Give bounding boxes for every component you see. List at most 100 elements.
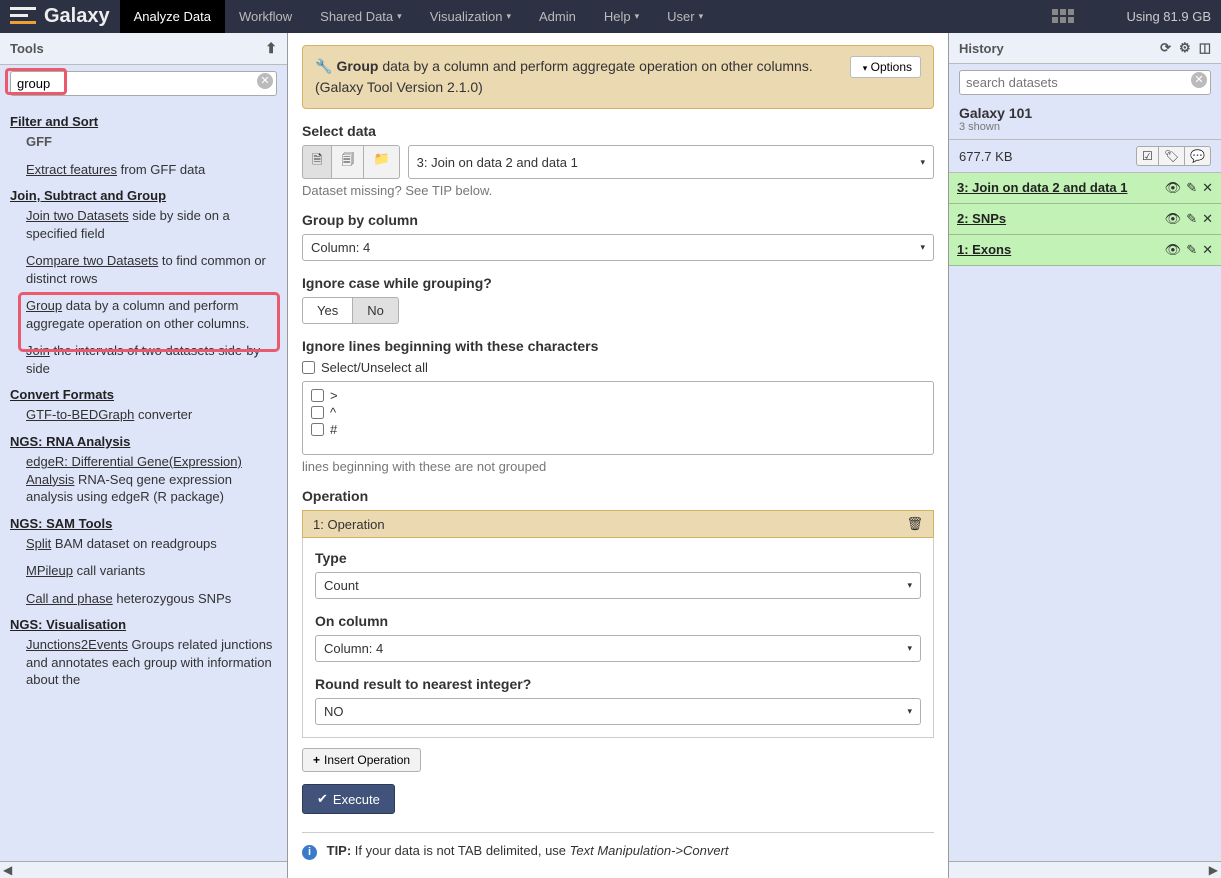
clear-search-icon[interactable]: ✕ (1191, 72, 1207, 88)
dataset-item[interactable]: 2: SNPs 👁 ✎ ✕ (949, 204, 1221, 235)
history-panel: History ⟳ ⚙ ◫ ✕ Galaxy 101 3 shown 677.7… (948, 33, 1221, 878)
brand-name: Galaxy (44, 5, 110, 28)
section-convert-formats[interactable]: Convert Formats (10, 387, 277, 402)
tool-search-input[interactable] (10, 71, 277, 96)
eye-icon[interactable]: 👁 (1165, 211, 1182, 227)
tools-title: Tools (10, 41, 44, 56)
select-dataset[interactable]: 3: Join on data 2 and data 1▾ (408, 145, 934, 179)
logo[interactable]: Galaxy (0, 5, 120, 28)
select-on-column[interactable]: Column: 4▾ (315, 635, 921, 662)
section-ngs-vis[interactable]: NGS: Visualisation (10, 617, 277, 632)
dataset-name: 3: Join on data 2 and data 1 (957, 180, 1165, 195)
trash-icon[interactable]: 🗑 (906, 516, 923, 532)
tool-header: 🔧Group data by a column and perform aggr… (302, 45, 934, 109)
data-multiple-icon[interactable]: 🗐 (332, 145, 364, 179)
history-shown: 3 shown (959, 121, 1211, 133)
history-title: History (959, 41, 1004, 56)
close-icon[interactable]: ✕ (1202, 211, 1213, 227)
history-header: History ⟳ ⚙ ◫ (949, 33, 1221, 64)
data-single-icon[interactable]: 🗎 (302, 145, 332, 179)
nav-shared[interactable]: Shared Data▾ (306, 0, 416, 33)
pencil-icon[interactable]: ✎ (1186, 242, 1197, 258)
nav-visualization[interactable]: Visualization▾ (416, 0, 525, 33)
insert-operation-button[interactable]: + Insert Operation (302, 748, 421, 772)
operation-title: 1: Operation (313, 517, 385, 532)
section-filter-sort[interactable]: Filter and Sort (10, 114, 277, 129)
nav-admin[interactable]: Admin (525, 0, 590, 33)
chevron-down-icon: ▾ (397, 11, 402, 22)
section-ngs-rna[interactable]: NGS: RNA Analysis (10, 434, 277, 449)
chevron-down-icon: ▾ (920, 242, 925, 253)
dataset-item[interactable]: 1: Exons 👁 ✎ ✕ (949, 235, 1221, 266)
eye-icon[interactable]: 👁 (1165, 242, 1182, 258)
select-type[interactable]: Count▾ (315, 572, 921, 599)
tool-edger[interactable]: edgeR: Differential Gene(Expression) Ana… (26, 453, 277, 506)
chevron-down-icon: ▾ (920, 157, 925, 168)
ignore-chars-list[interactable]: > ^ # (302, 381, 934, 455)
ignore-case-yes[interactable]: Yes (302, 297, 352, 324)
tool-compare[interactable]: Compare two Datasets to find common or d… (26, 252, 277, 287)
checkbox-char-hash[interactable] (311, 423, 324, 436)
tool-join-intervals[interactable]: Join the intervals of two datasets side-… (26, 342, 277, 377)
upload-icon[interactable]: ⬆ (265, 40, 277, 57)
check-icon[interactable]: ☑ (1136, 146, 1159, 166)
ignore-case-no[interactable]: No (352, 297, 399, 324)
label-select-data: Select data (302, 123, 934, 139)
panel-collapse-bar[interactable]: ◀ (0, 861, 287, 878)
close-icon[interactable]: ✕ (1202, 180, 1213, 196)
checkbox-char-caret[interactable] (311, 406, 324, 419)
label-ignore-case: Ignore case while grouping? (302, 275, 934, 291)
checkbox-select-all[interactable] (302, 361, 315, 374)
nav-user[interactable]: User▾ (653, 0, 717, 33)
galaxy-icon (10, 7, 36, 27)
select-group-column[interactable]: Column: 4▾ (302, 234, 934, 261)
usage-text: Using 81.9 GB (1126, 9, 1211, 24)
multi-view-icon[interactable]: ◫ (1199, 40, 1211, 56)
history-name[interactable]: Galaxy 101 (959, 105, 1211, 121)
tool-split[interactable]: Split BAM dataset on readgroups (26, 535, 277, 553)
select-round[interactable]: NO▾ (315, 698, 921, 725)
chevron-down-icon: ▾ (907, 643, 912, 654)
panel-collapse-bar[interactable]: ▶ (949, 861, 1221, 878)
pencil-icon[interactable]: ✎ (1186, 180, 1197, 196)
chevron-down-icon: ▾ (506, 11, 511, 22)
tool-panel-header: Tools ⬆ (0, 33, 287, 65)
data-collection-icon[interactable]: 📁 (364, 145, 399, 179)
close-icon[interactable]: ✕ (1202, 242, 1213, 258)
history-search-input[interactable] (959, 70, 1211, 95)
options-button[interactable]: ▾ Options (850, 56, 921, 78)
clear-search-icon[interactable]: ✕ (257, 73, 273, 89)
tool-call-phase[interactable]: Call and phase heterozygous SNPs (26, 590, 277, 608)
help-dataset-missing: Dataset missing? See TIP below. (302, 183, 934, 198)
help-ignore-lines: lines beginning with these are not group… (302, 459, 934, 474)
annotate-icon[interactable]: 💬 (1185, 146, 1211, 166)
execute-button[interactable]: ✔ Execute (302, 784, 395, 814)
tool-mpileup[interactable]: MPileup call variants (26, 562, 277, 580)
tool-join-two[interactable]: Join two Datasets side by side on a spec… (26, 207, 277, 242)
tool-junctions2events[interactable]: Junctions2Events Groups related junction… (26, 636, 277, 689)
nav-analyze[interactable]: Analyze Data (120, 0, 225, 33)
nav-help[interactable]: Help▾ (590, 0, 653, 33)
label-round: Round result to nearest integer? (315, 676, 921, 692)
refresh-icon[interactable]: ⟳ (1160, 40, 1171, 56)
gear-icon[interactable]: ⚙ (1179, 40, 1191, 56)
label-type: Type (315, 550, 921, 566)
nav-workflow[interactable]: Workflow (225, 0, 306, 33)
tool-group[interactable]: Group data by a column and perform aggre… (26, 297, 277, 332)
scratchbook-icon[interactable] (1052, 9, 1076, 25)
checkbox-char-gt[interactable] (311, 389, 324, 402)
subsection-gff: GFF (26, 133, 277, 151)
tool-extract-features[interactable]: Extract features from GFF data (26, 161, 277, 179)
label-group-by: Group by column (302, 212, 934, 228)
tool-gtf-bedgraph[interactable]: GTF-to-BEDGraph converter (26, 406, 277, 424)
section-join-subtract-group[interactable]: Join, Subtract and Group (10, 188, 277, 203)
section-ngs-sam[interactable]: NGS: SAM Tools (10, 516, 277, 531)
tool-title: Group (336, 58, 378, 74)
dataset-name: 1: Exons (957, 242, 1165, 257)
pencil-icon[interactable]: ✎ (1186, 211, 1197, 227)
dataset-item[interactable]: 3: Join on data 2 and data 1 👁 ✎ ✕ (949, 173, 1221, 204)
chevron-down-icon: ▾ (907, 706, 912, 717)
tool-description: data by a column and perform aggregate o… (315, 58, 813, 95)
tags-icon[interactable]: 🏷 (1159, 146, 1185, 166)
eye-icon[interactable]: 👁 (1165, 180, 1182, 196)
